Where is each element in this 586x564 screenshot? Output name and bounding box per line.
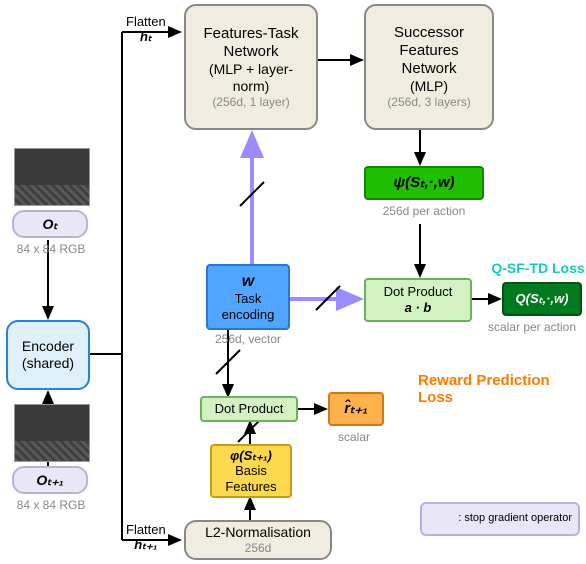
obs-tp1-dim: 84 x 84 RGB xyxy=(6,498,96,512)
flatten-htp1: Flatten hₜ₊₁ xyxy=(126,522,166,553)
q-loss: Q-SF-TD Loss xyxy=(490,260,586,276)
w-dim: 256d, vector xyxy=(196,332,300,346)
w-var: w xyxy=(212,272,284,291)
obs-t-label: Oₜ xyxy=(18,216,82,233)
ftask-dim: (256d, 1 layer) xyxy=(190,95,312,109)
w-title: Task encoding xyxy=(212,291,284,322)
psi-dim: 256d per action xyxy=(364,204,484,218)
encoder-box: Encoder (shared) xyxy=(6,320,90,390)
sfn-title: Successor Features Network xyxy=(370,24,488,78)
rhat-dim: scalar xyxy=(324,430,384,444)
dot1-title: Dot Product xyxy=(370,284,466,300)
psi-formula: ψ(Sₜ,·,w) xyxy=(370,174,478,192)
obs-t-box: Oₜ xyxy=(12,210,88,238)
obs-tp1-box: Oₜ₊₁ xyxy=(12,466,88,494)
rhat-formula: r̂ₜ₊₁ xyxy=(334,400,378,418)
dot1-formula: a · b xyxy=(370,300,466,316)
obs-tp1-label: Oₜ₊₁ xyxy=(18,472,82,489)
dot2-box: Dot Product xyxy=(200,396,298,422)
phi-box: φ(Sₜ₊₁) Basis Features xyxy=(210,444,292,498)
dot2-title: Dot Product xyxy=(206,401,292,417)
reward-loss: Reward Prediction Loss xyxy=(418,372,578,406)
ftask-title: Features-Task Network xyxy=(190,25,312,61)
phi-title: Basis Features xyxy=(216,463,286,494)
l2-title: L2-Normalisation xyxy=(190,524,326,541)
w-box: w Task encoding xyxy=(206,264,290,330)
obs-t-dim: 84 x 84 RGB xyxy=(6,242,96,256)
legend-box: : stop gradient operator xyxy=(420,502,580,536)
l2-dim: 256d xyxy=(190,541,326,555)
flatten-ht-var: hₜ xyxy=(140,29,152,44)
legend-text: : stop gradient operator xyxy=(458,512,572,525)
flatten-ht: Flatten hₜ xyxy=(126,14,166,45)
rhat-box: r̂ₜ₊₁ xyxy=(328,392,384,426)
dot1-box: Dot Product a · b xyxy=(364,278,472,322)
diagram-canvas: Oₜ 84 x 84 RGB Encoder (shared) Oₜ₊₁ 84 … xyxy=(0,0,586,564)
sfn-dim: (256d, 3 layers) xyxy=(370,95,488,109)
ftask-box: Features-Task Network (MLP + layer- norm… xyxy=(184,4,318,130)
q-formula: Q(Sₜ,·,w) xyxy=(508,291,576,307)
sfn-sub: (MLP) xyxy=(370,78,488,95)
sfn-box: Successor Features Network (MLP) (256d, … xyxy=(364,4,494,130)
q-dim: scalar per action xyxy=(478,320,586,334)
flatten-ht-text: Flatten xyxy=(126,14,166,29)
flatten-htp1-var: hₜ₊₁ xyxy=(134,537,157,552)
obs-image-t xyxy=(14,148,90,206)
encoder-title: Encoder (shared) xyxy=(12,338,84,372)
phi-formula: φ(Sₜ₊₁) xyxy=(216,448,286,464)
obs-image-tp1 xyxy=(14,404,90,462)
psi-box: ψ(Sₜ,·,w) xyxy=(364,166,484,200)
ftask-sub: (MLP + layer- norm) xyxy=(190,61,312,95)
flatten-htp1-text: Flatten xyxy=(126,522,166,537)
q-box: Q(Sₜ,·,w) xyxy=(502,282,582,316)
l2-box: L2-Normalisation 256d xyxy=(184,520,332,560)
